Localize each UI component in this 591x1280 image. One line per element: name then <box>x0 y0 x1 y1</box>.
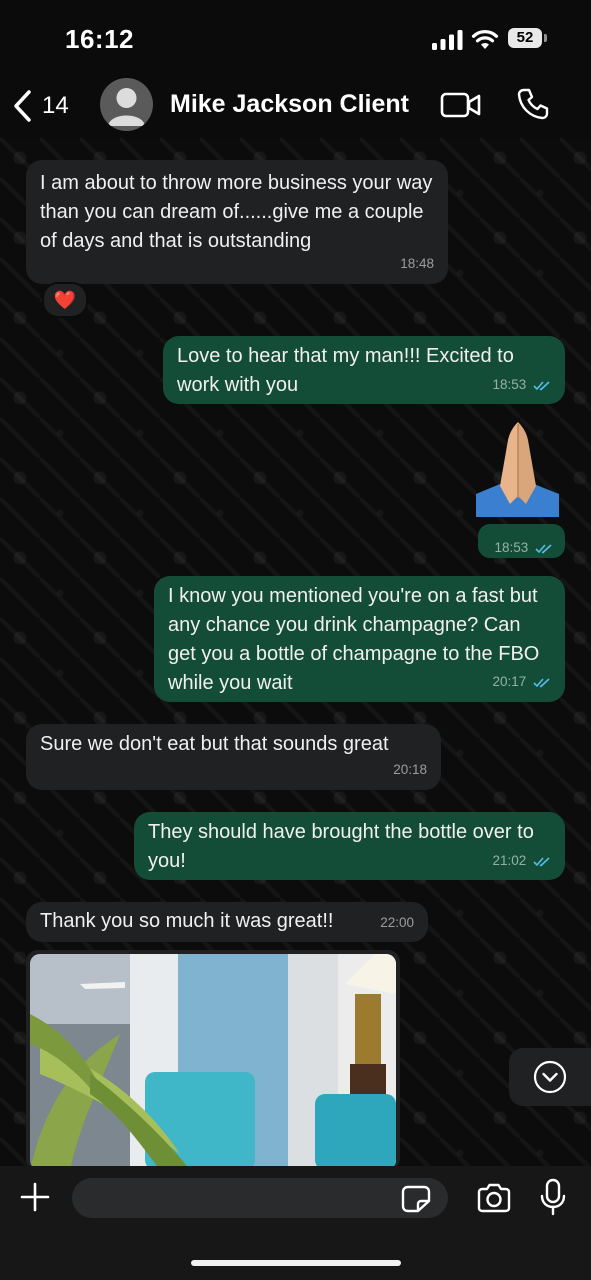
battery-indicator: 52 <box>508 28 548 50</box>
person-icon <box>108 88 145 126</box>
message-composer <box>0 1166 591 1280</box>
message-time: 18:48 <box>400 256 434 271</box>
back-button[interactable]: 14 <box>10 86 69 126</box>
message-time: 18:53 <box>494 533 553 562</box>
status-bar: 16:12 52 <box>0 0 591 78</box>
contact-name[interactable]: Mike Jackson Client <box>170 90 409 119</box>
message-bubble-outgoing[interactable]: 18:53 <box>478 524 565 558</box>
message-bubble-outgoing[interactable]: I know you mentioned you're on a fast bu… <box>154 576 565 702</box>
heart-reaction: ❤️ <box>53 289 77 310</box>
message-text: Thank you so much it was great!! <box>40 910 334 932</box>
cellular-signal-icon <box>432 30 463 50</box>
avatar[interactable] <box>100 78 153 131</box>
phone-icon[interactable] <box>515 86 551 122</box>
battery-tip <box>544 34 547 42</box>
microphone-icon[interactable] <box>539 1178 567 1216</box>
home-indicator[interactable] <box>191 1260 401 1266</box>
praying-hands-emoji[interactable] <box>470 418 565 518</box>
message-bubble-incoming[interactable]: Sure we don't eat but that sounds great … <box>26 724 441 790</box>
chevron-down-circle-icon <box>533 1060 567 1094</box>
sticker-icon[interactable] <box>401 1185 431 1213</box>
message-bubble-incoming[interactable]: I am about to throw more business your w… <box>26 160 448 284</box>
chevron-left-icon <box>14 90 31 122</box>
message-time: 18:53 <box>492 370 551 399</box>
read-ticks-icon <box>533 381 550 391</box>
message-text: They should have brought the bottle over… <box>148 821 534 872</box>
wifi-icon <box>471 30 499 49</box>
camera-icon[interactable] <box>476 1183 512 1213</box>
read-ticks-icon <box>533 857 550 867</box>
message-time: 20:18 <box>393 762 427 777</box>
message-input[interactable] <box>72 1178 448 1218</box>
photo-image <box>30 954 396 1170</box>
unread-count: 14 <box>42 92 69 119</box>
message-time: 20:17 <box>492 667 551 696</box>
video-call-icon[interactable] <box>440 90 482 120</box>
message-time: 21:02 <box>492 846 551 875</box>
read-ticks-icon <box>533 678 550 688</box>
read-ticks-icon <box>535 544 552 554</box>
message-bubble-incoming[interactable]: Thank you so much it was great!! 22:00 <box>26 902 428 942</box>
status-time: 16:12 <box>65 24 134 54</box>
plus-icon[interactable] <box>20 1182 50 1212</box>
message-photo[interactable] <box>26 950 400 1170</box>
message-bubble-outgoing[interactable]: They should have brought the bottle over… <box>134 812 565 880</box>
message-bubble-outgoing[interactable]: Love to hear that my man!!! Excited to w… <box>163 336 565 404</box>
message-text: I am about to throw more business your w… <box>40 172 433 252</box>
message-text: Sure we don't eat but that sounds great <box>40 733 389 755</box>
message-time: 22:00 <box>380 915 414 930</box>
chat-header: 14 Mike Jackson Client <box>0 78 591 138</box>
scroll-to-bottom-button[interactable] <box>509 1048 591 1106</box>
battery-level: 52 <box>508 28 542 48</box>
message-text: I know you mentioned you're on a fast bu… <box>168 585 540 694</box>
photo-thumbnail[interactable] <box>30 954 396 1170</box>
message-text: Love to hear that my man!!! Excited to w… <box>177 345 514 396</box>
reaction-badge[interactable]: ❤️ <box>42 282 88 318</box>
